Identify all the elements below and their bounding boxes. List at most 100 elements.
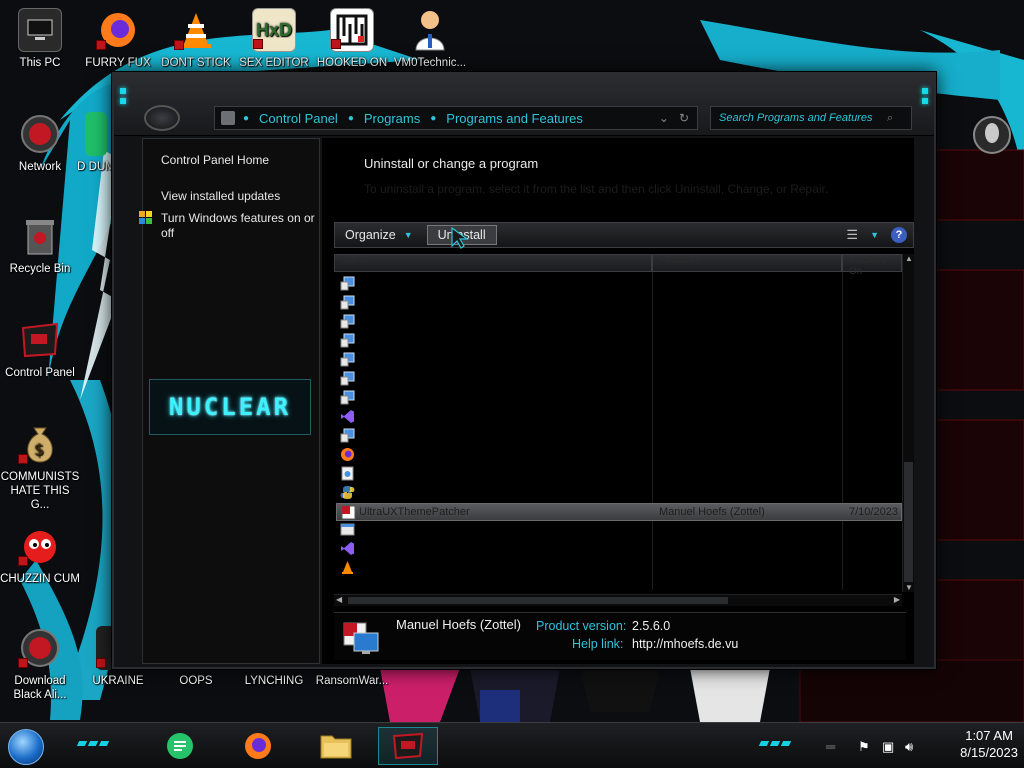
hxd-editor-icon: HxD: [252, 8, 296, 52]
installer-icon: [340, 428, 355, 443]
organize-label: Organize: [345, 228, 396, 242]
window-titlebar[interactable]: ● Control Panel ● Programs ● Programs an…: [114, 74, 934, 136]
desktop-icon-control-panel[interactable]: Control Panel: [0, 318, 80, 380]
list-item[interactable]: [334, 466, 900, 484]
chat-app-icon: [167, 733, 193, 759]
action-center-flag-icon[interactable]: ⚑: [858, 739, 870, 755]
programs-list[interactable]: Name Publisher Installed On UltraUXTheme…: [334, 254, 914, 594]
desktop-icon-label: This PC: [19, 57, 61, 69]
taskbar-app-explorer[interactable]: [306, 727, 366, 765]
frame-accent: [922, 88, 928, 94]
desktop-icon-label: DONT STICK: [161, 57, 231, 69]
desktop-icon-recycle-bin[interactable]: Recycle Bin: [0, 214, 80, 276]
features-link-line2: off: [161, 226, 175, 240]
list-item[interactable]: [334, 541, 900, 559]
horizontal-scrollbar[interactable]: ◀ ▶: [334, 594, 902, 606]
list-item[interactable]: [334, 333, 900, 351]
vertical-scrollbar[interactable]: ▲ ▼: [902, 254, 914, 592]
column-header-publisher[interactable]: Publisher: [652, 254, 842, 272]
scroll-up-icon[interactable]: ▲: [905, 254, 913, 263]
programs-and-features-window[interactable]: ● Control Panel ● Programs ● Programs an…: [112, 72, 936, 669]
mouse-cursor-icon: [451, 226, 469, 249]
program-installed-on: 7/10/2023: [849, 506, 898, 518]
search-input[interactable]: [717, 111, 887, 125]
taskbar-app-control-panel[interactable]: [378, 727, 438, 765]
volume-icon[interactable]: 🔊︎: [905, 739, 913, 755]
clock-date: 8/15/2023: [960, 745, 1018, 760]
svg-text:$: $: [34, 440, 44, 459]
control-panel-home-link[interactable]: Control Panel Home: [161, 153, 269, 167]
desktop-icon-communists[interactable]: $ COMMUNISTS HATE THIS G...: [0, 422, 80, 512]
breadcrumb-programs[interactable]: Programs: [364, 111, 420, 126]
python-icon: [340, 486, 355, 499]
taskbar-app-firefox[interactable]: [228, 727, 288, 765]
desktop-icon-download-black-ali[interactable]: Download Black Ali...: [0, 626, 80, 702]
installer-icon: [340, 276, 355, 291]
search-box[interactable]: ⌕: [710, 106, 912, 130]
frame-accent: [120, 88, 126, 94]
list-item[interactable]: [334, 295, 900, 313]
view-options-icon[interactable]: ☰: [846, 227, 858, 243]
breadcrumb-separator: ●: [430, 112, 437, 124]
column-header-installed-on[interactable]: Installed On: [842, 254, 902, 277]
desktop-icon-dont-stick[interactable]: DONT STICK: [156, 8, 236, 70]
chevron-down-icon[interactable]: ⌄: [659, 111, 669, 125]
address-bar[interactable]: ● Control Panel ● Programs ● Programs an…: [214, 106, 698, 130]
desktop-icon-chuzzin[interactable]: CHUZZIN CUM: [0, 524, 80, 586]
chevron-down-icon: ▼: [403, 230, 413, 240]
start-button[interactable]: [8, 729, 44, 765]
back-forward-button[interactable]: [144, 105, 180, 131]
refresh-icon[interactable]: ↻: [679, 111, 689, 125]
desktop-icon-label: OOPS: [179, 675, 213, 687]
scrollbar-thumb[interactable]: [348, 597, 728, 604]
details-version-value: 2.5.6.0: [632, 619, 671, 633]
desktop-icon-label: Download Black Ali...: [13, 675, 67, 701]
chevron-down-icon[interactable]: ▼: [870, 230, 879, 240]
scroll-down-icon[interactable]: ▼: [905, 583, 913, 592]
firefox-icon: [96, 8, 140, 52]
list-item[interactable]: [334, 447, 900, 465]
desktop-icon-furry-fux[interactable]: FURRY FUX: [78, 8, 158, 70]
installer-icon: [341, 466, 354, 481]
view-installed-updates-link[interactable]: View installed updates: [161, 189, 280, 203]
list-item[interactable]: [334, 409, 900, 427]
program-publisher: Manuel Hoefs (Zottel): [659, 506, 765, 518]
organize-button[interactable]: Organize ▼: [335, 225, 423, 245]
scroll-right-icon[interactable]: ▶: [894, 595, 900, 604]
desktop-icon-label: Recycle Bin: [9, 263, 71, 275]
scrollbar-thumb[interactable]: [904, 462, 913, 582]
installer-icon: [340, 390, 355, 405]
scroll-left-icon[interactable]: ◀: [336, 595, 342, 604]
taskbar-app-green[interactable]: [150, 727, 210, 765]
desktop-icon-label: CHUZZIN CUM: [0, 573, 80, 585]
list-item[interactable]: [334, 314, 900, 332]
list-item[interactable]: [334, 428, 900, 446]
technician-icon: [408, 8, 452, 52]
taskbar-clock[interactable]: 1:07 AM 8/15/2023: [960, 727, 1018, 761]
breadcrumb-programs-and-features[interactable]: Programs and Features: [446, 111, 583, 126]
folder-icon: [320, 735, 352, 759]
list-item[interactable]: [334, 276, 900, 294]
desktop-icon-vm0technic[interactable]: VM0Technic...: [390, 8, 470, 70]
list-item-selected[interactable]: UltraUXThemePatcher Manuel Hoefs (Zottel…: [336, 503, 902, 521]
breadcrumb-control-panel[interactable]: Control Panel: [259, 111, 338, 126]
list-item[interactable]: [334, 352, 900, 370]
firefox-icon: [245, 733, 271, 759]
list-item[interactable]: [334, 371, 900, 389]
list-item[interactable]: [334, 522, 900, 540]
help-icon[interactable]: ?: [891, 227, 907, 243]
list-item[interactable]: [334, 485, 900, 503]
tray-separator-icon: ═: [826, 739, 836, 754]
visual-studio-icon: [341, 410, 354, 423]
column-header-name[interactable]: Name: [334, 254, 652, 272]
desktop-icon-hooked-on[interactable]: HOOKED ON: [312, 8, 392, 70]
command-bar-right: ☰ ▼ ?: [846, 227, 913, 243]
list-item[interactable]: [334, 390, 900, 408]
turn-windows-features-link[interactable]: Turn Windows features on or off: [161, 211, 315, 241]
desktop-icon-sex-editor[interactable]: HxD SEX EDITOR: [234, 8, 314, 70]
search-icon[interactable]: ⌕: [887, 112, 893, 125]
details-help-value[interactable]: http://mhoefs.de.vu: [632, 637, 738, 651]
network-tray-icon[interactable]: ▣: [882, 739, 894, 755]
list-item[interactable]: [334, 560, 900, 578]
desktop-icon-this-pc[interactable]: This PC: [0, 8, 80, 70]
